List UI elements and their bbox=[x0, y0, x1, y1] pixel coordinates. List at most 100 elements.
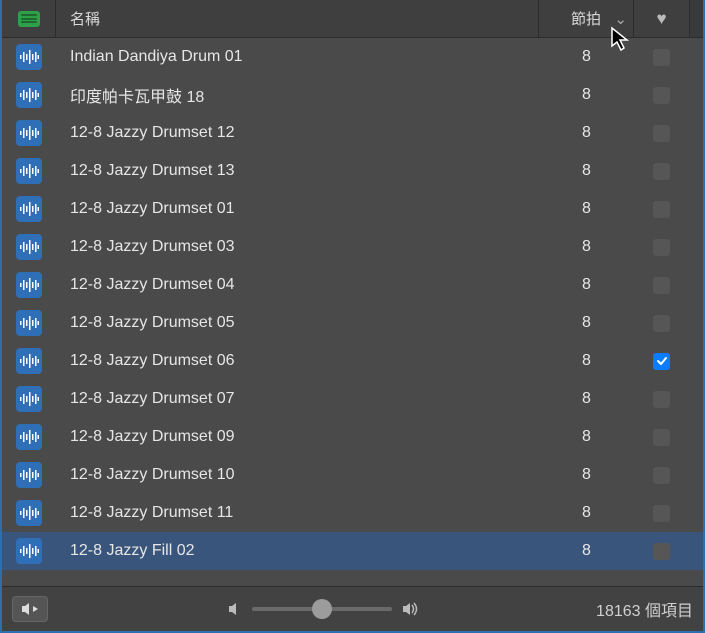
audio-waveform-icon[interactable] bbox=[16, 44, 42, 70]
table-row[interactable]: 12-8 Jazzy Fill 02 8 bbox=[2, 532, 703, 570]
row-icon-cell bbox=[2, 386, 56, 412]
table-row[interactable]: 12-8 Jazzy Drumset 10 8 bbox=[2, 456, 703, 494]
favorite-checkbox[interactable] bbox=[653, 239, 670, 256]
favorite-checkbox[interactable] bbox=[653, 201, 670, 218]
table-row[interactable]: 12-8 Jazzy Drumset 07 8 bbox=[2, 380, 703, 418]
row-icon-cell bbox=[2, 538, 56, 564]
preview-play-button[interactable] bbox=[12, 596, 48, 622]
row-name-label: 12-8 Jazzy Drumset 11 bbox=[56, 504, 539, 522]
table-row[interactable]: 12-8 Jazzy Drumset 05 8 bbox=[2, 304, 703, 342]
loop-type-header[interactable] bbox=[2, 0, 56, 37]
row-favorite-cell bbox=[634, 315, 689, 332]
row-beats-label: 8 bbox=[539, 48, 634, 66]
row-beats-label: 8 bbox=[539, 124, 634, 142]
row-icon-cell bbox=[2, 310, 56, 336]
column-favorite-header[interactable]: ♥ bbox=[634, 0, 689, 37]
row-favorite-cell bbox=[634, 201, 689, 218]
audio-waveform-icon[interactable] bbox=[16, 158, 42, 184]
volume-control bbox=[228, 602, 422, 616]
favorite-checkbox[interactable] bbox=[653, 125, 670, 142]
table-row[interactable]: 12-8 Jazzy Drumset 12 8 bbox=[2, 114, 703, 152]
table-row[interactable]: 12-8 Jazzy Drumset 11 8 bbox=[2, 494, 703, 532]
row-beats-label: 8 bbox=[539, 428, 634, 446]
audio-waveform-icon[interactable] bbox=[16, 82, 42, 108]
row-icon-cell bbox=[2, 196, 56, 222]
favorite-checkbox[interactable] bbox=[653, 49, 670, 66]
row-beats-label: 8 bbox=[539, 390, 634, 408]
speaker-play-icon bbox=[21, 602, 39, 616]
row-beats-label: 8 bbox=[539, 200, 634, 218]
audio-waveform-icon[interactable] bbox=[16, 310, 42, 336]
column-beats-header[interactable]: 節拍 ⌄ bbox=[539, 0, 634, 37]
item-count-label: 18163 個項目 bbox=[596, 597, 693, 621]
row-beats-label: 8 bbox=[539, 352, 634, 370]
row-beats-label: 8 bbox=[539, 314, 634, 332]
column-name-header[interactable]: 名稱 bbox=[56, 0, 539, 37]
table-row[interactable]: 12-8 Jazzy Drumset 13 8 bbox=[2, 152, 703, 190]
audio-waveform-icon[interactable] bbox=[16, 424, 42, 450]
row-icon-cell bbox=[2, 120, 56, 146]
row-icon-cell bbox=[2, 234, 56, 260]
volume-slider[interactable] bbox=[252, 607, 392, 611]
column-beats-label: 節拍 bbox=[571, 8, 601, 29]
row-name-label: 12-8 Jazzy Fill 02 bbox=[56, 542, 539, 560]
row-beats-label: 8 bbox=[539, 238, 634, 256]
table-row[interactable]: 12-8 Jazzy Drumset 04 8 bbox=[2, 266, 703, 304]
row-favorite-cell bbox=[634, 505, 689, 522]
favorite-checkbox[interactable] bbox=[653, 163, 670, 180]
row-icon-cell bbox=[2, 82, 56, 108]
audio-waveform-icon[interactable] bbox=[16, 386, 42, 412]
audio-waveform-icon[interactable] bbox=[16, 462, 42, 488]
row-favorite-cell bbox=[634, 49, 689, 66]
favorite-checkbox[interactable] bbox=[653, 353, 670, 370]
favorite-checkbox[interactable] bbox=[653, 315, 670, 332]
audio-waveform-icon[interactable] bbox=[16, 348, 42, 374]
row-name-label: 12-8 Jazzy Drumset 07 bbox=[56, 390, 539, 408]
row-icon-cell bbox=[2, 462, 56, 488]
row-favorite-cell bbox=[634, 543, 689, 560]
row-beats-label: 8 bbox=[539, 542, 634, 560]
column-name-label: 名稱 bbox=[70, 8, 100, 29]
row-name-label: 12-8 Jazzy Drumset 10 bbox=[56, 466, 539, 484]
audio-waveform-icon[interactable] bbox=[16, 120, 42, 146]
row-favorite-cell bbox=[634, 163, 689, 180]
scrollbar-gutter bbox=[689, 0, 703, 37]
speaker-low-icon bbox=[228, 602, 242, 616]
row-name-label: 12-8 Jazzy Drumset 09 bbox=[56, 428, 539, 446]
row-favorite-cell bbox=[634, 467, 689, 484]
volume-slider-thumb[interactable] bbox=[312, 599, 332, 619]
row-icon-cell bbox=[2, 158, 56, 184]
table-row[interactable]: 印度帕卡瓦甲鼓 18 8 bbox=[2, 76, 703, 114]
favorite-checkbox[interactable] bbox=[653, 543, 670, 560]
favorite-checkbox[interactable] bbox=[653, 87, 670, 104]
row-favorite-cell bbox=[634, 391, 689, 408]
audio-waveform-icon[interactable] bbox=[16, 196, 42, 222]
favorite-checkbox[interactable] bbox=[653, 429, 670, 446]
favorite-checkbox[interactable] bbox=[653, 277, 670, 294]
footer-bar: 18163 個項目 bbox=[2, 586, 703, 631]
table-row[interactable]: 12-8 Jazzy Drumset 06 8 bbox=[2, 342, 703, 380]
row-name-label: Indian Dandiya Drum 01 bbox=[56, 48, 539, 66]
row-beats-label: 8 bbox=[539, 504, 634, 522]
table-row[interactable]: 12-8 Jazzy Drumset 09 8 bbox=[2, 418, 703, 456]
favorite-checkbox[interactable] bbox=[653, 467, 670, 484]
audio-waveform-icon[interactable] bbox=[16, 272, 42, 298]
audio-waveform-icon[interactable] bbox=[16, 538, 42, 564]
speaker-high-icon bbox=[402, 602, 422, 616]
table-header: 名稱 節拍 ⌄ ♥ bbox=[2, 0, 703, 38]
table-row[interactable]: 12-8 Jazzy Drumset 01 8 bbox=[2, 190, 703, 228]
row-favorite-cell bbox=[634, 429, 689, 446]
row-beats-label: 8 bbox=[539, 86, 634, 104]
audio-waveform-icon[interactable] bbox=[16, 500, 42, 526]
table-row[interactable]: 12-8 Jazzy Drumset 03 8 bbox=[2, 228, 703, 266]
favorite-checkbox[interactable] bbox=[653, 391, 670, 408]
row-name-label: 12-8 Jazzy Drumset 06 bbox=[56, 352, 539, 370]
row-name-label: 印度帕卡瓦甲鼓 18 bbox=[56, 83, 539, 107]
row-favorite-cell bbox=[634, 353, 689, 370]
row-icon-cell bbox=[2, 348, 56, 374]
favorite-checkbox[interactable] bbox=[653, 505, 670, 522]
row-name-label: 12-8 Jazzy Drumset 05 bbox=[56, 314, 539, 332]
heart-icon: ♥ bbox=[656, 9, 666, 29]
audio-waveform-icon[interactable] bbox=[16, 234, 42, 260]
table-row[interactable]: Indian Dandiya Drum 01 8 bbox=[2, 38, 703, 76]
